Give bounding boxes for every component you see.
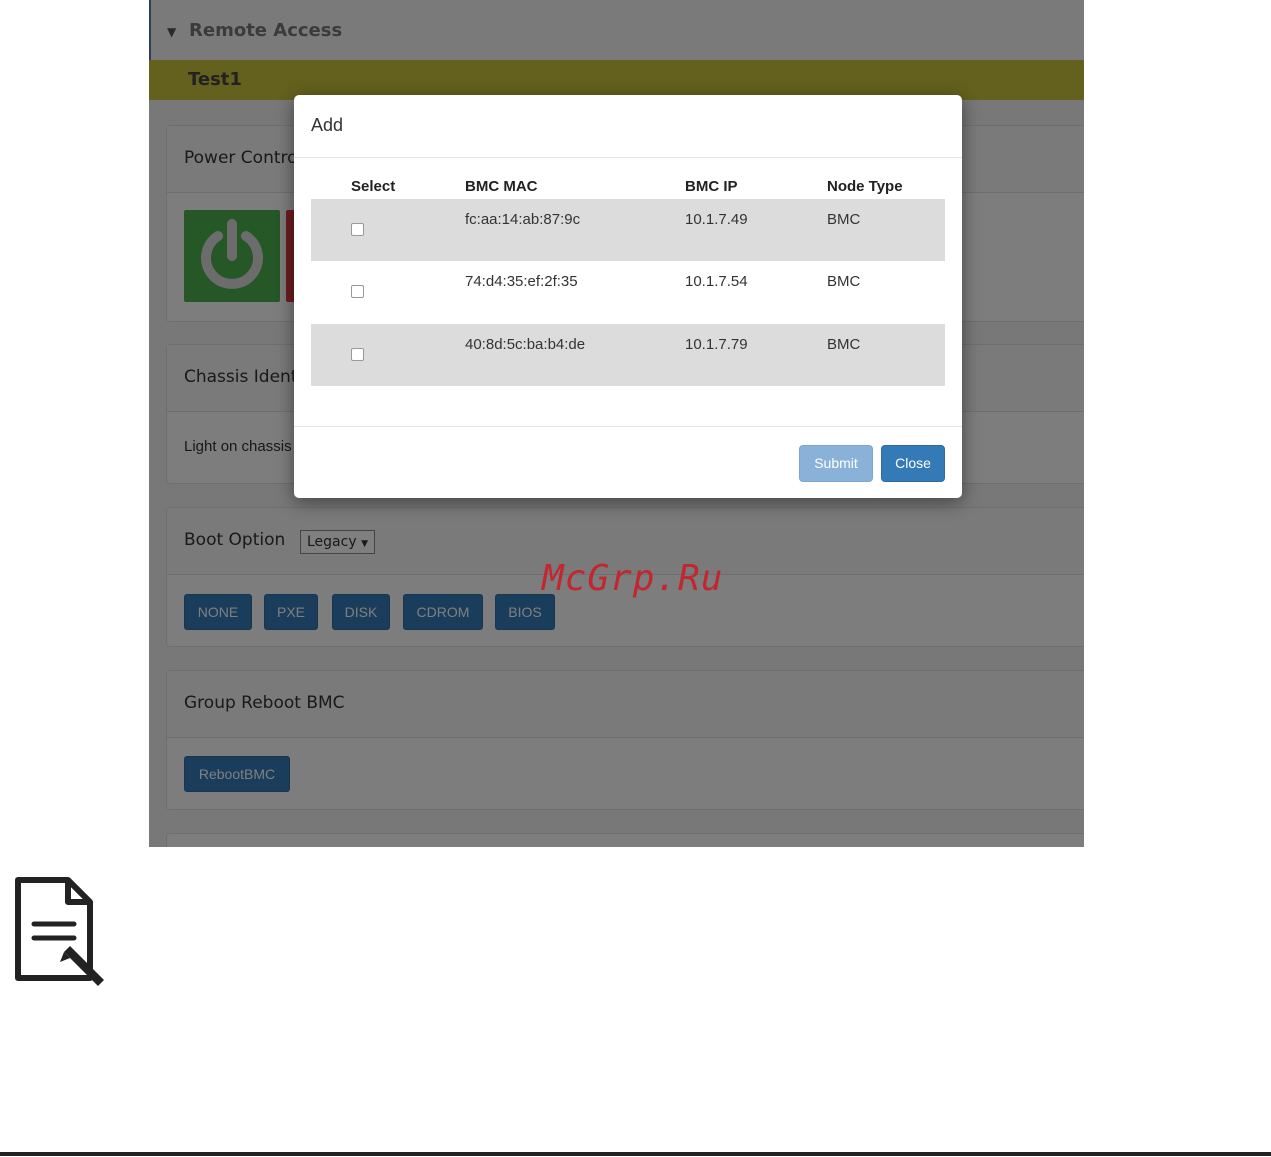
col-select: Select	[351, 178, 396, 195]
add-dialog-footer: Submit Close	[294, 426, 962, 499]
add-dialog: Add Select BMC MAC BMC IP Node Type fc:a…	[294, 95, 962, 498]
row-mac: 74:d4:35:ef:2f:35	[465, 273, 578, 290]
row-type: BMC	[827, 273, 861, 290]
add-dialog-title: Add	[311, 115, 344, 135]
watermark: McGrp.Ru	[542, 558, 724, 599]
page-divider	[0, 1152, 1271, 1156]
row-checkbox[interactable]	[351, 348, 364, 361]
row-type: BMC	[827, 336, 861, 353]
note-icon	[15, 877, 104, 986]
row-ip: 10.1.7.79	[685, 336, 748, 353]
row-checkbox[interactable]	[351, 223, 364, 236]
table-row[interactable]: fc:aa:14:ab:87:9c 10.1.7.49 BMC	[311, 199, 945, 261]
row-type: BMC	[827, 211, 861, 228]
submit-button[interactable]: Submit	[799, 445, 873, 482]
table-row[interactable]: 74:d4:35:ef:2f:35 10.1.7.54 BMC	[311, 261, 945, 323]
table-row[interactable]: 40:8d:5c:ba:b4:de 10.1.7.79 BMC	[311, 324, 945, 386]
row-ip: 10.1.7.49	[685, 211, 748, 228]
col-node-type: Node Type	[827, 178, 903, 195]
add-dialog-header: Add	[294, 95, 962, 158]
row-mac: fc:aa:14:ab:87:9c	[465, 211, 581, 228]
row-mac: 40:8d:5c:ba:b4:de	[465, 336, 586, 353]
close-button[interactable]: Close	[881, 445, 945, 482]
row-checkbox[interactable]	[351, 285, 364, 298]
col-bmc-ip: BMC IP	[685, 178, 738, 195]
col-bmc-mac: BMC MAC	[465, 178, 538, 195]
row-ip: 10.1.7.54	[685, 273, 748, 290]
